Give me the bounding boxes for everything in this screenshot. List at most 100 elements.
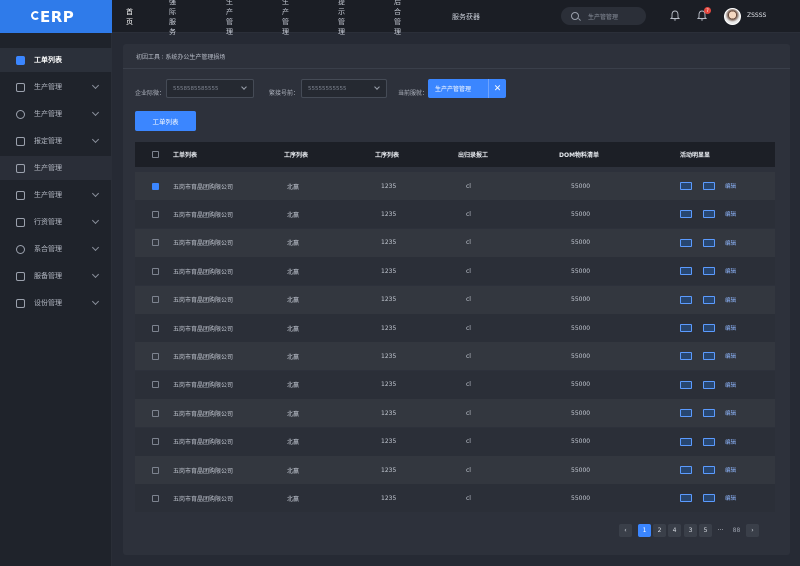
user-name[interactable]: ZSSSS: [747, 12, 766, 19]
topnav-item-production-1[interactable]: 生产管理: [226, 0, 233, 36]
view-icon[interactable]: [680, 295, 692, 304]
table-row[interactable]: 五岗市育晶团购限公司 北赢 1235 cl 55000 编辑: [135, 228, 775, 257]
bell-icon[interactable]: [669, 10, 681, 21]
edit-icon[interactable]: [703, 295, 715, 304]
topnav-item-services[interactable]: 服务获器: [452, 0, 512, 33]
view-icon[interactable]: [680, 409, 692, 418]
edit-icon[interactable]: [703, 409, 715, 418]
table-row[interactable]: 五岗市育晶团购限公司 北赢 1235 cl 55000 编辑: [135, 370, 775, 399]
edit-icon[interactable]: [703, 494, 715, 503]
row-checkbox[interactable]: [152, 352, 159, 360]
edit-link[interactable]: 编辑: [725, 210, 736, 218]
view-icon[interactable]: [680, 352, 692, 361]
sidebar-item-production-3[interactable]: 生产管理: [0, 156, 112, 180]
view-icon[interactable]: [680, 182, 692, 190]
edit-icon[interactable]: [703, 352, 715, 361]
row-checkbox[interactable]: [152, 494, 159, 502]
topnav-item-backend[interactable]: 后合管理: [394, 0, 401, 36]
sidebar-item-production-1[interactable]: 生产管理: [0, 75, 112, 99]
page-button[interactable]: 5: [699, 524, 712, 537]
row-checkbox[interactable]: [152, 381, 159, 389]
page-button[interactable]: 4: [668, 524, 681, 537]
topnav-item-home[interactable]: 首页: [126, 0, 133, 33]
edit-link[interactable]: 编辑: [725, 239, 736, 247]
row-checkbox[interactable]: [152, 239, 159, 247]
column-header[interactable]: 工序列表: [284, 150, 308, 159]
edit-icon[interactable]: [703, 238, 715, 247]
table-row[interactable]: 五岗市育晶团购限公司 北赢 1235 cl 55000 编辑: [135, 200, 775, 229]
edit-link[interactable]: 编辑: [725, 324, 736, 332]
column-header[interactable]: DOM物料清单: [559, 150, 599, 159]
page-button[interactable]: 3: [684, 524, 697, 537]
edit-link[interactable]: 编辑: [725, 296, 736, 304]
column-header[interactable]: 工序列表: [375, 150, 399, 159]
sidebar-item-assets[interactable]: 行资管理: [0, 210, 112, 234]
topnav-item-service[interactable]: 强际服务: [169, 0, 176, 36]
sidebar-item-equipment[interactable]: 服备管理: [0, 264, 112, 288]
row-checkbox[interactable]: [152, 409, 159, 417]
sidebar-item-production-4[interactable]: 生产管理: [0, 183, 112, 207]
page-button[interactable]: 2: [653, 524, 666, 537]
account-select[interactable]: 55555555555: [301, 79, 387, 98]
next-page-button[interactable]: ›: [746, 524, 759, 537]
sidebar-item-production-2[interactable]: 生产管理: [0, 102, 112, 126]
app-logo[interactable]: ERP: [0, 0, 112, 33]
sidebar-item-devices[interactable]: 设份管理: [0, 291, 112, 315]
search-box[interactable]: 生产管管理: [561, 7, 646, 25]
table-row[interactable]: 五岗市育晶团购限公司 北赢 1235 cl 55000 编辑: [135, 342, 775, 371]
view-icon[interactable]: [680, 210, 692, 219]
table-row[interactable]: 五岗市育晶团购限公司 北赢 1235 cl 55000 编辑: [135, 257, 775, 286]
column-header[interactable]: 工单列表: [173, 150, 197, 159]
row-checkbox[interactable]: [152, 182, 159, 190]
view-icon[interactable]: [680, 238, 692, 247]
row-checkbox[interactable]: [152, 210, 159, 218]
page-button[interactable]: 1: [638, 524, 651, 537]
topnav-item-production-2[interactable]: 生产管理: [282, 0, 289, 36]
edit-link[interactable]: 编辑: [725, 409, 736, 417]
table-row[interactable]: 五岗市育晶团购限公司 北赢 1235 cl 55000 编辑: [135, 285, 775, 314]
edit-icon[interactable]: [703, 267, 715, 276]
table-row[interactable]: 五岗市育晶团购限公司 北赢 1235 cl 55000 编辑: [135, 456, 775, 484]
row-checkbox[interactable]: [152, 324, 159, 332]
sidebar-item-report[interactable]: 报定管理: [0, 129, 112, 153]
column-header[interactable]: 活动明显显: [680, 150, 710, 159]
view-icon[interactable]: [680, 267, 692, 276]
edit-icon[interactable]: [703, 182, 715, 190]
view-icon[interactable]: [680, 494, 692, 503]
row-checkbox[interactable]: [152, 466, 159, 474]
prev-page-button[interactable]: ‹: [619, 524, 632, 537]
view-icon[interactable]: [680, 466, 692, 474]
table-row[interactable]: 五岗市育晶团购限公司 北赢 1235 cl 55000 编辑: [135, 172, 775, 200]
view-icon[interactable]: [680, 437, 692, 446]
row-checkbox[interactable]: [152, 296, 159, 304]
edit-icon[interactable]: [703, 466, 715, 474]
table-row[interactable]: 五岗市育晶团购限公司 北赢 1235 cl 55000 编辑: [135, 314, 775, 342]
edit-icon[interactable]: [703, 324, 715, 332]
column-header[interactable]: 出归录报工: [458, 150, 488, 159]
edit-icon[interactable]: [703, 437, 715, 446]
table-row[interactable]: 五岗市育晶团购限公司 北赢 1235 cl 55000 编辑: [135, 484, 775, 513]
edit-link[interactable]: 编辑: [725, 352, 736, 360]
edit-link[interactable]: 编辑: [725, 267, 736, 275]
view-icon[interactable]: [680, 324, 692, 332]
edit-icon[interactable]: [703, 380, 715, 389]
edit-icon[interactable]: [703, 210, 715, 219]
close-icon[interactable]: ✕: [488, 79, 506, 98]
edit-link[interactable]: 编辑: [725, 381, 736, 389]
row-checkbox[interactable]: [152, 267, 159, 275]
table-row[interactable]: 五岗市育晶团购限公司 北赢 1235 cl 55000 编辑: [135, 427, 775, 456]
sidebar-item-order-list[interactable]: 工单列表: [0, 48, 112, 72]
table-row[interactable]: 五岗市育晶团购限公司 北赢 1235 cl 55000 编辑: [135, 399, 775, 428]
topnav-item-hints[interactable]: 提示管理: [338, 0, 345, 36]
edit-link[interactable]: 编辑: [725, 466, 736, 474]
company-select[interactable]: 5558585585555: [166, 79, 254, 98]
filter-tag[interactable]: 生产产管管理 ✕: [428, 79, 506, 98]
edit-link[interactable]: 编辑: [725, 438, 736, 446]
avatar[interactable]: [724, 8, 741, 25]
sidebar-item-system[interactable]: 系合管理: [0, 237, 112, 261]
order-list-button[interactable]: 工单列表: [135, 111, 196, 131]
row-checkbox[interactable]: [152, 438, 159, 446]
edit-link[interactable]: 编辑: [725, 494, 736, 502]
view-icon[interactable]: [680, 380, 692, 389]
edit-link[interactable]: 编辑: [725, 182, 736, 190]
